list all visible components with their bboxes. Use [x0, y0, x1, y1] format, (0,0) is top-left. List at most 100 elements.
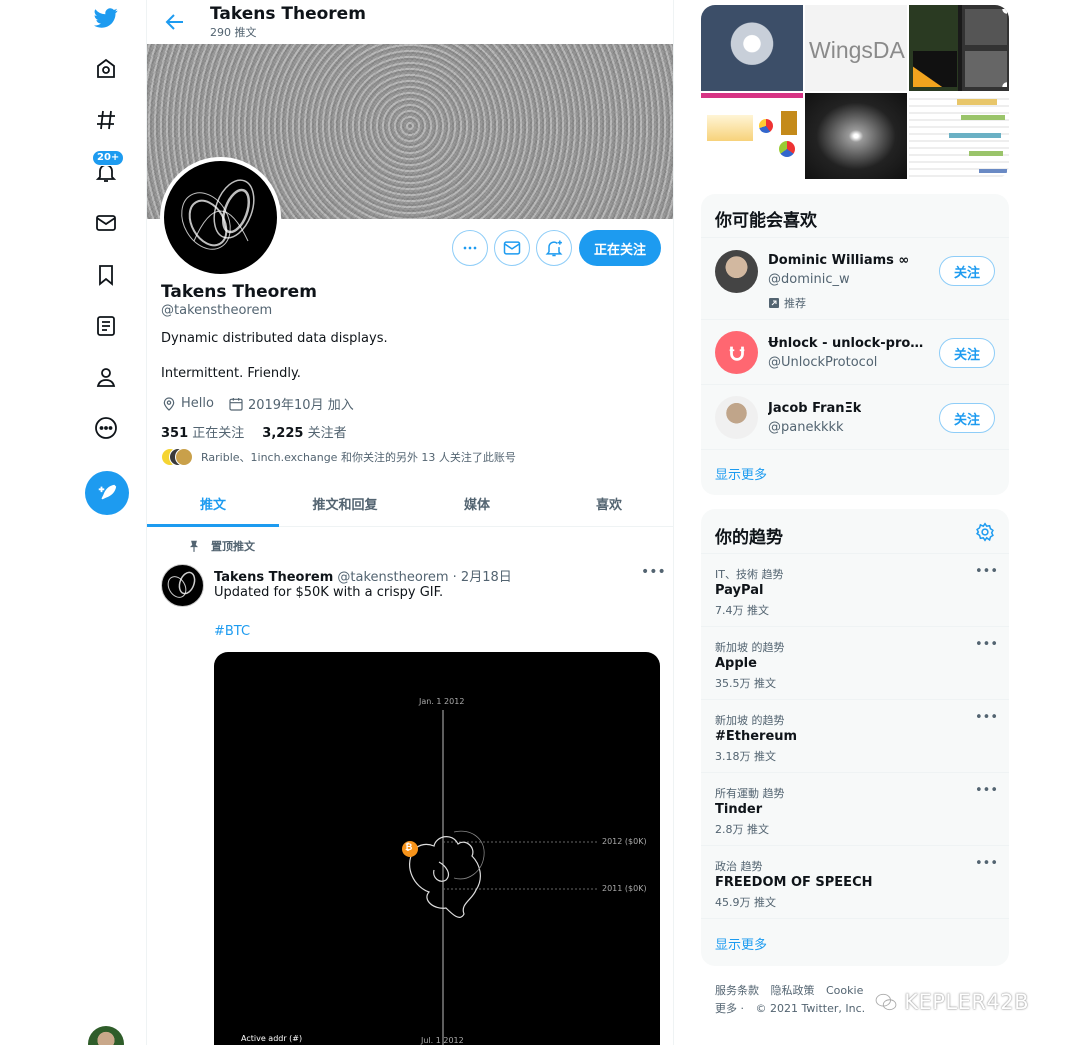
media-thumb-1[interactable] — [701, 5, 803, 91]
footer-more: 更多 · © 2021 Twitter, Inc. — [715, 1000, 873, 1016]
who-to-follow-title: 你可能会喜欢 — [715, 211, 817, 231]
compose-tweet-icon[interactable] — [85, 471, 129, 515]
more-icon[interactable] — [88, 410, 124, 446]
following-stat[interactable]: 351 正在关注 — [161, 422, 244, 441]
user-name[interactable]: Dominic Williams ∞ — [768, 253, 909, 268]
copyright: © 2021 Twitter, Inc. — [755, 1002, 866, 1015]
trend-context: 新加坡 的趋势 — [715, 641, 785, 654]
promoted-label: 推荐 — [768, 295, 806, 311]
more-link[interactable]: 更多 · — [715, 1002, 744, 1015]
follow-button[interactable]: 关注 — [939, 256, 995, 286]
user-avatar[interactable] — [715, 250, 758, 293]
bitcoin-coin-icon: ₿ — [405, 843, 413, 853]
messages-envelope-icon[interactable] — [88, 205, 124, 241]
media-series-label-2011: 2011 ($0K) — [602, 884, 647, 893]
tweet-more-icon[interactable]: ••• — [641, 564, 666, 584]
user-handle: @panekkkk — [768, 420, 844, 435]
user-handle: @UnlockProtocol — [768, 355, 878, 370]
footer-links: 服务条款 隐私政策 Cookie — [715, 982, 871, 998]
location-pin-icon — [163, 396, 175, 411]
profile-icon[interactable] — [88, 359, 124, 395]
profile-bio-second-line: Intermittent. Friendly. — [161, 366, 301, 381]
tab-media[interactable]: 媒体 — [411, 480, 543, 526]
profile-tabs: 推文 推文和回复 媒体 喜欢 — [147, 480, 673, 527]
trend-more-icon[interactable]: ••• — [975, 856, 998, 874]
tweet-author-avatar[interactable] — [161, 564, 204, 607]
user-name[interactable]: Jacob FranΞk — [768, 401, 861, 416]
trend-count: 7.4万 推文 — [715, 604, 769, 617]
media-thumb-5[interactable] — [805, 93, 907, 179]
message-envelope-icon[interactable] — [494, 230, 530, 266]
media-series-label-2012: 2012 ($0K) — [602, 837, 647, 846]
trend-count: 45.9万 推文 — [715, 896, 776, 909]
twitter-logo-icon[interactable] — [88, 0, 124, 36]
left-navigation: 20+ — [82, 0, 130, 1045]
trend-item[interactable]: 新加坡 的趋势 Apple 35.5万 推文 ••• — [701, 626, 1009, 699]
followers-you-know[interactable]: Rarible、1inch.exchange 和你关注的另外 13 人关注了此账… — [161, 448, 516, 466]
back-arrow-icon[interactable] — [163, 10, 187, 34]
media-thumb-3[interactable] — [909, 5, 1009, 91]
terms-link[interactable]: 服务条款 — [715, 984, 759, 997]
suggested-user[interactable]: Ʉnlock - unlock-protoc… @UnlockProtocol … — [701, 319, 1009, 384]
tab-tweets-and-replies[interactable]: 推文和回复 — [279, 480, 411, 526]
page-title: Takens Theorem — [210, 4, 366, 24]
unlock-logo-avatar[interactable] — [715, 331, 758, 374]
trend-more-icon[interactable]: ••• — [975, 710, 998, 728]
trend-context: 所有運動 趋势 — [715, 787, 785, 800]
follow-button[interactable]: 关注 — [939, 338, 995, 368]
tab-tweets[interactable]: 推文 — [147, 480, 279, 527]
profile-timeline: Takens Theorem 290 推文 正在关注 Takens Theore… — [146, 0, 674, 1045]
trend-name: #Ethereum — [715, 729, 798, 744]
trend-name: Apple — [715, 656, 757, 671]
user-name[interactable]: Ʉnlock - unlock-protoc… — [768, 336, 928, 351]
following-button[interactable]: 正在关注 — [579, 230, 661, 266]
privacy-link[interactable]: 隐私政策 — [771, 984, 815, 997]
tweet-media-image[interactable]: Jan. 1 2012 2012 ($0K) 2011 ($0K) ₿ Acti… — [214, 652, 660, 1045]
show-more-link[interactable]: 显示更多 — [715, 464, 767, 483]
media-bottom-label: Jul. 1 2012 — [421, 1036, 464, 1045]
trend-context: 新加坡 的趋势 — [715, 714, 785, 727]
tweet-handle-date[interactable]: @takenstheorem · 2月18日 — [337, 570, 511, 585]
media-thumb-2[interactable]: WingsDA — [805, 5, 907, 91]
who-to-follow-panel: 你可能会喜欢 Dominic Williams ∞ @dominic_w 推荐 … — [701, 194, 1009, 495]
trend-item[interactable]: 所有運動 趋势 Tinder 2.8万 推文 ••• — [701, 772, 1009, 845]
bookmarks-icon[interactable] — [88, 257, 124, 293]
more-options-icon[interactable] — [452, 230, 488, 266]
pin-icon — [189, 540, 199, 552]
tweet-count: 290 推文 — [210, 26, 257, 39]
lists-icon[interactable] — [88, 308, 124, 344]
tab-likes[interactable]: 喜欢 — [543, 480, 673, 526]
tweet-author-name[interactable]: Takens Theorem — [214, 570, 333, 585]
tweet-hashtag[interactable]: #BTC — [214, 624, 250, 639]
media-thumb-4[interactable] — [701, 93, 803, 179]
cookie-link[interactable]: Cookie — [826, 984, 863, 997]
mutual-follower-avatars — [161, 448, 193, 466]
followers-stat[interactable]: 3,225 关注者 — [262, 422, 346, 441]
user-avatar[interactable] — [715, 396, 758, 439]
trend-more-icon[interactable]: ••• — [975, 783, 998, 801]
profile-name: Takens Theorem — [161, 282, 317, 302]
watermark-text: KEPLER42B — [875, 990, 1029, 1014]
profile-handle: @takenstheorem — [161, 303, 273, 318]
profile-meta: Hello 2019年10月 加入 — [161, 394, 354, 413]
profile-media-collage[interactable]: WingsDA — [701, 5, 1009, 179]
home-icon[interactable] — [88, 51, 124, 87]
profile-avatar[interactable] — [160, 157, 281, 278]
trend-more-icon[interactable]: ••• — [975, 637, 998, 655]
settings-gear-icon[interactable] — [975, 522, 997, 544]
account-avatar[interactable] — [88, 1026, 124, 1045]
explore-hashtag-icon[interactable] — [88, 102, 124, 138]
notify-bell-icon[interactable] — [536, 230, 572, 266]
trend-name: PayPal — [715, 583, 764, 598]
show-more-trends-link[interactable]: 显示更多 — [715, 934, 767, 953]
suggested-user[interactable]: Dominic Williams ∞ @dominic_w 推荐 关注 — [701, 237, 1009, 319]
trend-more-icon[interactable]: ••• — [975, 564, 998, 582]
suggested-user[interactable]: Jacob FranΞk @panekkkk 关注 — [701, 384, 1009, 449]
notifications-bell-icon[interactable]: 20+ — [88, 150, 125, 190]
trend-item[interactable]: 新加坡 的趋势 #Ethereum 3.18万 推文 ••• — [701, 699, 1009, 772]
media-thumb-6[interactable] — [909, 93, 1009, 179]
trend-item[interactable]: IT、技術 趋势 PayPal 7.4万 推文 ••• — [701, 553, 1009, 626]
follow-button[interactable]: 关注 — [939, 403, 995, 433]
followed-by-text: Rarible、1inch.exchange 和你关注的另外 13 人关注了此账… — [201, 451, 516, 464]
trend-item[interactable]: 政治 趋势 FREEDOM OF SPEECH 45.9万 推文 ••• — [701, 845, 1009, 918]
